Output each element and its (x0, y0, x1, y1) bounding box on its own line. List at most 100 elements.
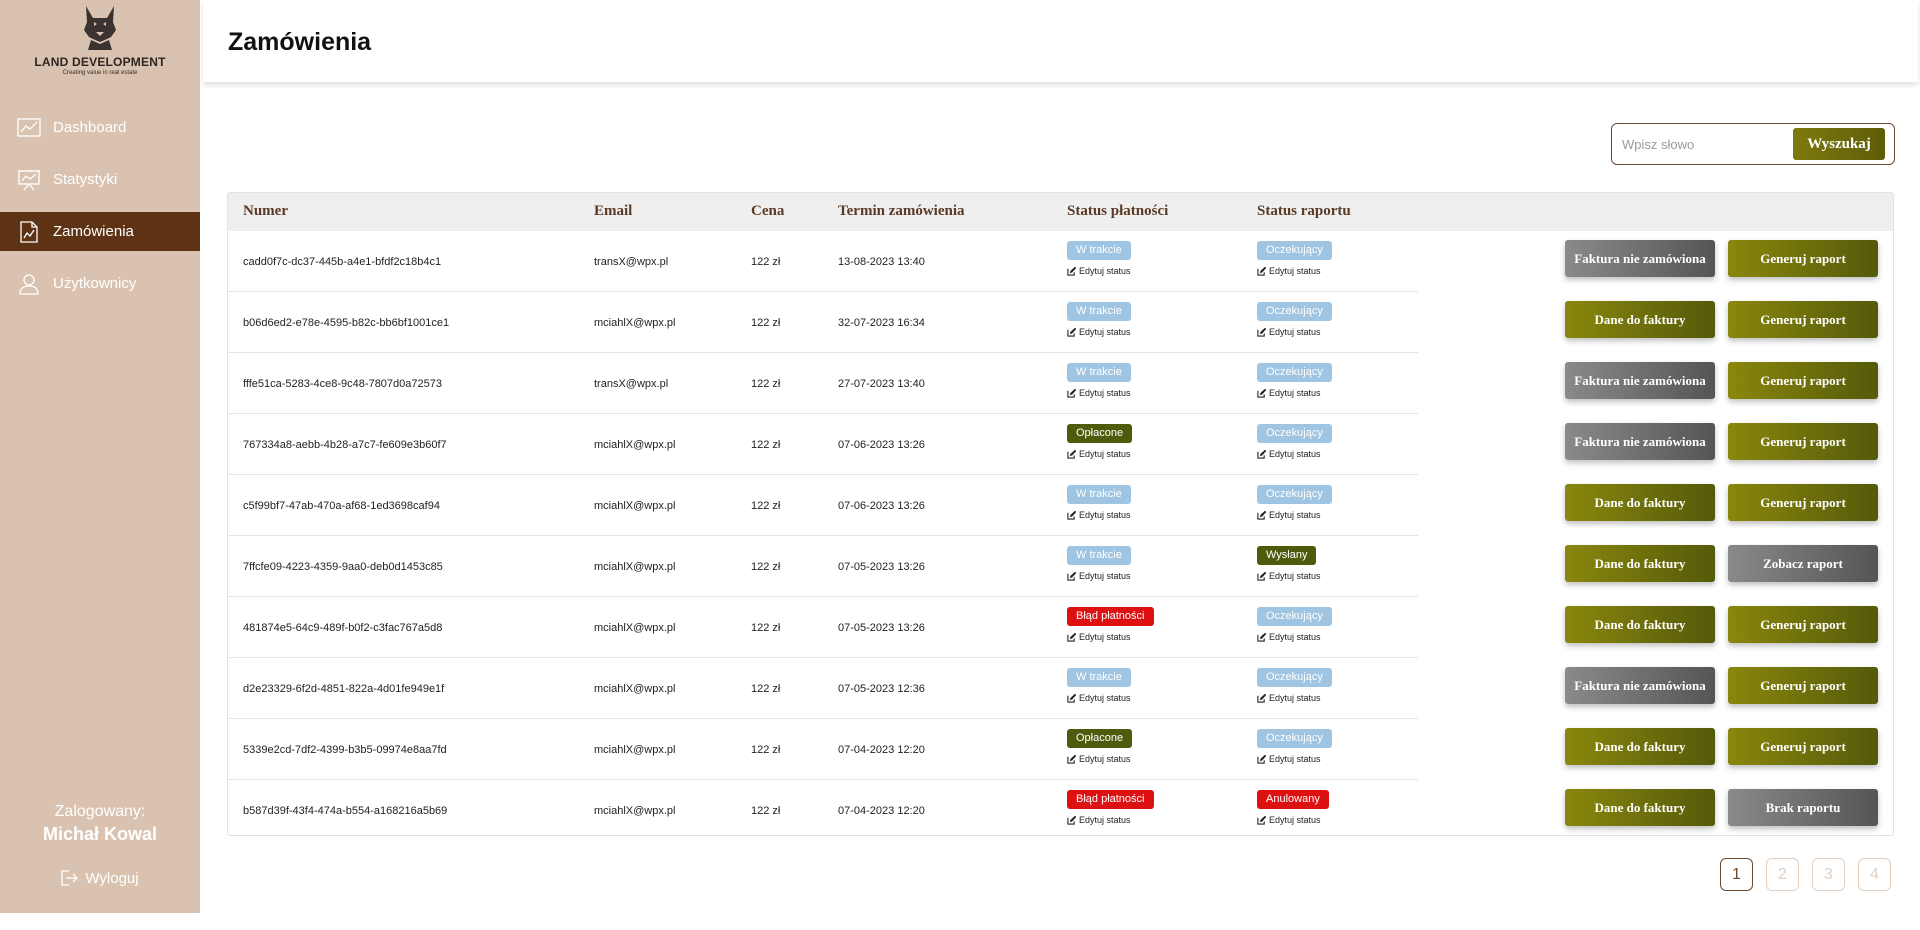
edit-report-status-link[interactable]: Edytuj status (1257, 754, 1321, 764)
column-header-numer: Numer (243, 203, 288, 219)
edit-report-status-link[interactable]: Edytuj status (1257, 815, 1321, 825)
edit-payment-status-link[interactable]: Edytuj status (1067, 693, 1131, 703)
page-button-1[interactable]: 1 (1720, 858, 1753, 891)
report-button[interactable]: Generuj raport (1728, 301, 1878, 338)
edit-icon (1067, 754, 1076, 764)
report-status-badge: Oczekujący (1257, 241, 1332, 260)
order-date: 07-05-2023 12:36 (838, 683, 925, 695)
order-email: transX@wpx.pl (594, 378, 669, 390)
report-button[interactable]: Generuj raport (1728, 606, 1878, 643)
edit-payment-status-link[interactable]: Edytuj status (1067, 388, 1131, 398)
payment-status-badge: W trakcie (1067, 241, 1131, 260)
edit-icon (1067, 510, 1076, 520)
edit-report-status-link[interactable]: Edytuj status (1257, 571, 1321, 581)
dog-logo-icon (84, 6, 116, 50)
edit-status-label: Edytuj status (1269, 327, 1321, 337)
edit-report-status-link[interactable]: Edytuj status (1257, 510, 1321, 520)
logout-button[interactable]: Wyloguj (0, 866, 200, 890)
brand-logo[interactable]: LAND DEVELOPMENT Creating value in real … (0, 0, 200, 82)
report-button[interactable]: Generuj raport (1728, 484, 1878, 521)
edit-payment-status-link[interactable]: Edytuj status (1067, 510, 1131, 520)
table-row: 7ffcfe09-4223-4359-9aa0-deb0d1453c85 mcia… (228, 536, 1893, 597)
order-email: mciahlX@wpx.pl (594, 805, 676, 817)
edit-status-label: Edytuj status (1269, 510, 1321, 520)
edit-payment-status-link[interactable]: Edytuj status (1067, 815, 1131, 825)
page-button-2[interactable]: 2 (1766, 858, 1799, 891)
search-button[interactable]: Wyszukaj (1793, 128, 1885, 160)
invoice-button[interactable]: Dane do faktury (1565, 606, 1715, 643)
edit-report-status-link[interactable]: Edytuj status (1257, 266, 1321, 276)
report-button[interactable]: Brak raportu (1728, 789, 1878, 826)
edit-payment-status-link[interactable]: Edytuj status (1067, 449, 1131, 459)
report-button[interactable]: Generuj raport (1728, 240, 1878, 277)
table-row: b06d6ed2-e78e-4595-b82c-bb6bf1001ce1 mcia… (228, 292, 1893, 353)
report-button[interactable]: Generuj raport (1728, 362, 1878, 399)
invoice-button[interactable]: Dane do faktury (1565, 545, 1715, 582)
sidebar-item-statystyki[interactable]: Statystyki (0, 160, 200, 199)
logout-icon (61, 870, 79, 886)
edit-icon (1257, 266, 1266, 276)
sidebar: LAND DEVELOPMENT Creating value in real … (0, 0, 200, 913)
invoice-button[interactable]: Dane do faktury (1565, 728, 1715, 765)
invoice-button[interactable]: Dane do faktury (1565, 789, 1715, 826)
edit-status-label: Edytuj status (1079, 266, 1131, 276)
edit-payment-status-link[interactable]: Edytuj status (1067, 266, 1131, 276)
edit-payment-status-link[interactable]: Edytuj status (1067, 327, 1131, 337)
edit-status-label: Edytuj status (1269, 754, 1321, 764)
report-button[interactable]: Generuj raport (1728, 423, 1878, 460)
order-email: mciahlX@wpx.pl (594, 500, 676, 512)
table-row: fffe51ca-5283-4ce8-9c48-7807d0a72573 tran… (228, 353, 1893, 414)
edit-report-status-link[interactable]: Edytuj status (1257, 632, 1321, 642)
page-button-4[interactable]: 4 (1858, 858, 1891, 891)
order-date: 13-08-2023 13:40 (838, 256, 925, 268)
invoice-button[interactable]: Dane do faktury (1565, 484, 1715, 521)
sidebar-item-label: Statystyki (53, 171, 118, 188)
order-number: d2e23329-6f2d-4851-822a-4d01fe949e1f (243, 683, 445, 695)
invoice-button[interactable]: Dane do faktury (1565, 301, 1715, 338)
page-button-3[interactable]: 3 (1812, 858, 1845, 891)
column-header-status-raportu: Status raportu (1257, 203, 1351, 219)
edit-icon (1067, 388, 1076, 398)
edit-payment-status-link[interactable]: Edytuj status (1067, 571, 1131, 581)
report-button[interactable]: Generuj raport (1728, 667, 1878, 704)
order-price: 122 zł (751, 683, 781, 695)
edit-status-label: Edytuj status (1269, 632, 1321, 642)
edit-report-status-link[interactable]: Edytuj status (1257, 449, 1321, 459)
invoice-button[interactable]: Faktura nie zamówiona (1565, 423, 1715, 460)
edit-payment-status-link[interactable]: Edytuj status (1067, 754, 1131, 764)
order-number: cadd0f7c-dc37-445b-a4e1-bfdf2c18b4c1 (243, 256, 442, 268)
report-status-badge: Oczekujący (1257, 485, 1332, 504)
order-date: 07-06-2023 13:26 (838, 500, 925, 512)
order-number: 7ffcfe09-4223-4359-9aa0-deb0d1453c85 (243, 561, 443, 573)
order-email: mciahlX@wpx.pl (594, 317, 676, 329)
sidebar-item-uzytkownicy[interactable]: Użytkownicy (0, 264, 200, 303)
sidebar-item-dashboard[interactable]: Dashboard (0, 108, 200, 147)
order-email: mciahlX@wpx.pl (594, 622, 676, 634)
report-status-badge: Wysłany (1257, 546, 1317, 565)
invoice-button[interactable]: Faktura nie zamówiona (1565, 667, 1715, 704)
order-price: 122 zł (751, 622, 781, 634)
edit-icon (1257, 632, 1266, 642)
order-price: 122 zł (751, 256, 781, 268)
edit-icon (1257, 449, 1266, 459)
order-price: 122 zł (751, 500, 781, 512)
invoice-button[interactable]: Faktura nie zamówiona (1565, 362, 1715, 399)
edit-report-status-link[interactable]: Edytuj status (1257, 327, 1321, 337)
table-row: cadd0f7c-dc37-445b-a4e1-bfdf2c18b4c1 tran… (228, 231, 1893, 292)
edit-payment-status-link[interactable]: Edytuj status (1067, 632, 1131, 642)
dashboard-chart-icon (17, 118, 41, 137)
order-price: 122 zł (751, 439, 781, 451)
brand-subtitle: Creating value in real estate (62, 70, 138, 76)
column-header-email: Email (594, 203, 633, 219)
report-button[interactable]: Zobacz raport (1728, 545, 1878, 582)
order-price: 122 zł (751, 805, 781, 817)
edit-report-status-link[interactable]: Edytuj status (1257, 388, 1321, 398)
order-number: fffe51ca-5283-4ce8-9c48-7807d0a72573 (243, 378, 442, 390)
report-button[interactable]: Generuj raport (1728, 728, 1878, 765)
sidebar-item-zamowienia[interactable]: Zamówienia (0, 212, 200, 251)
edit-icon (1067, 449, 1076, 459)
invoice-button[interactable]: Faktura nie zamówiona (1565, 240, 1715, 277)
edit-report-status-link[interactable]: Edytuj status (1257, 693, 1321, 703)
search-input[interactable] (1622, 134, 1792, 154)
edit-status-label: Edytuj status (1079, 510, 1131, 520)
